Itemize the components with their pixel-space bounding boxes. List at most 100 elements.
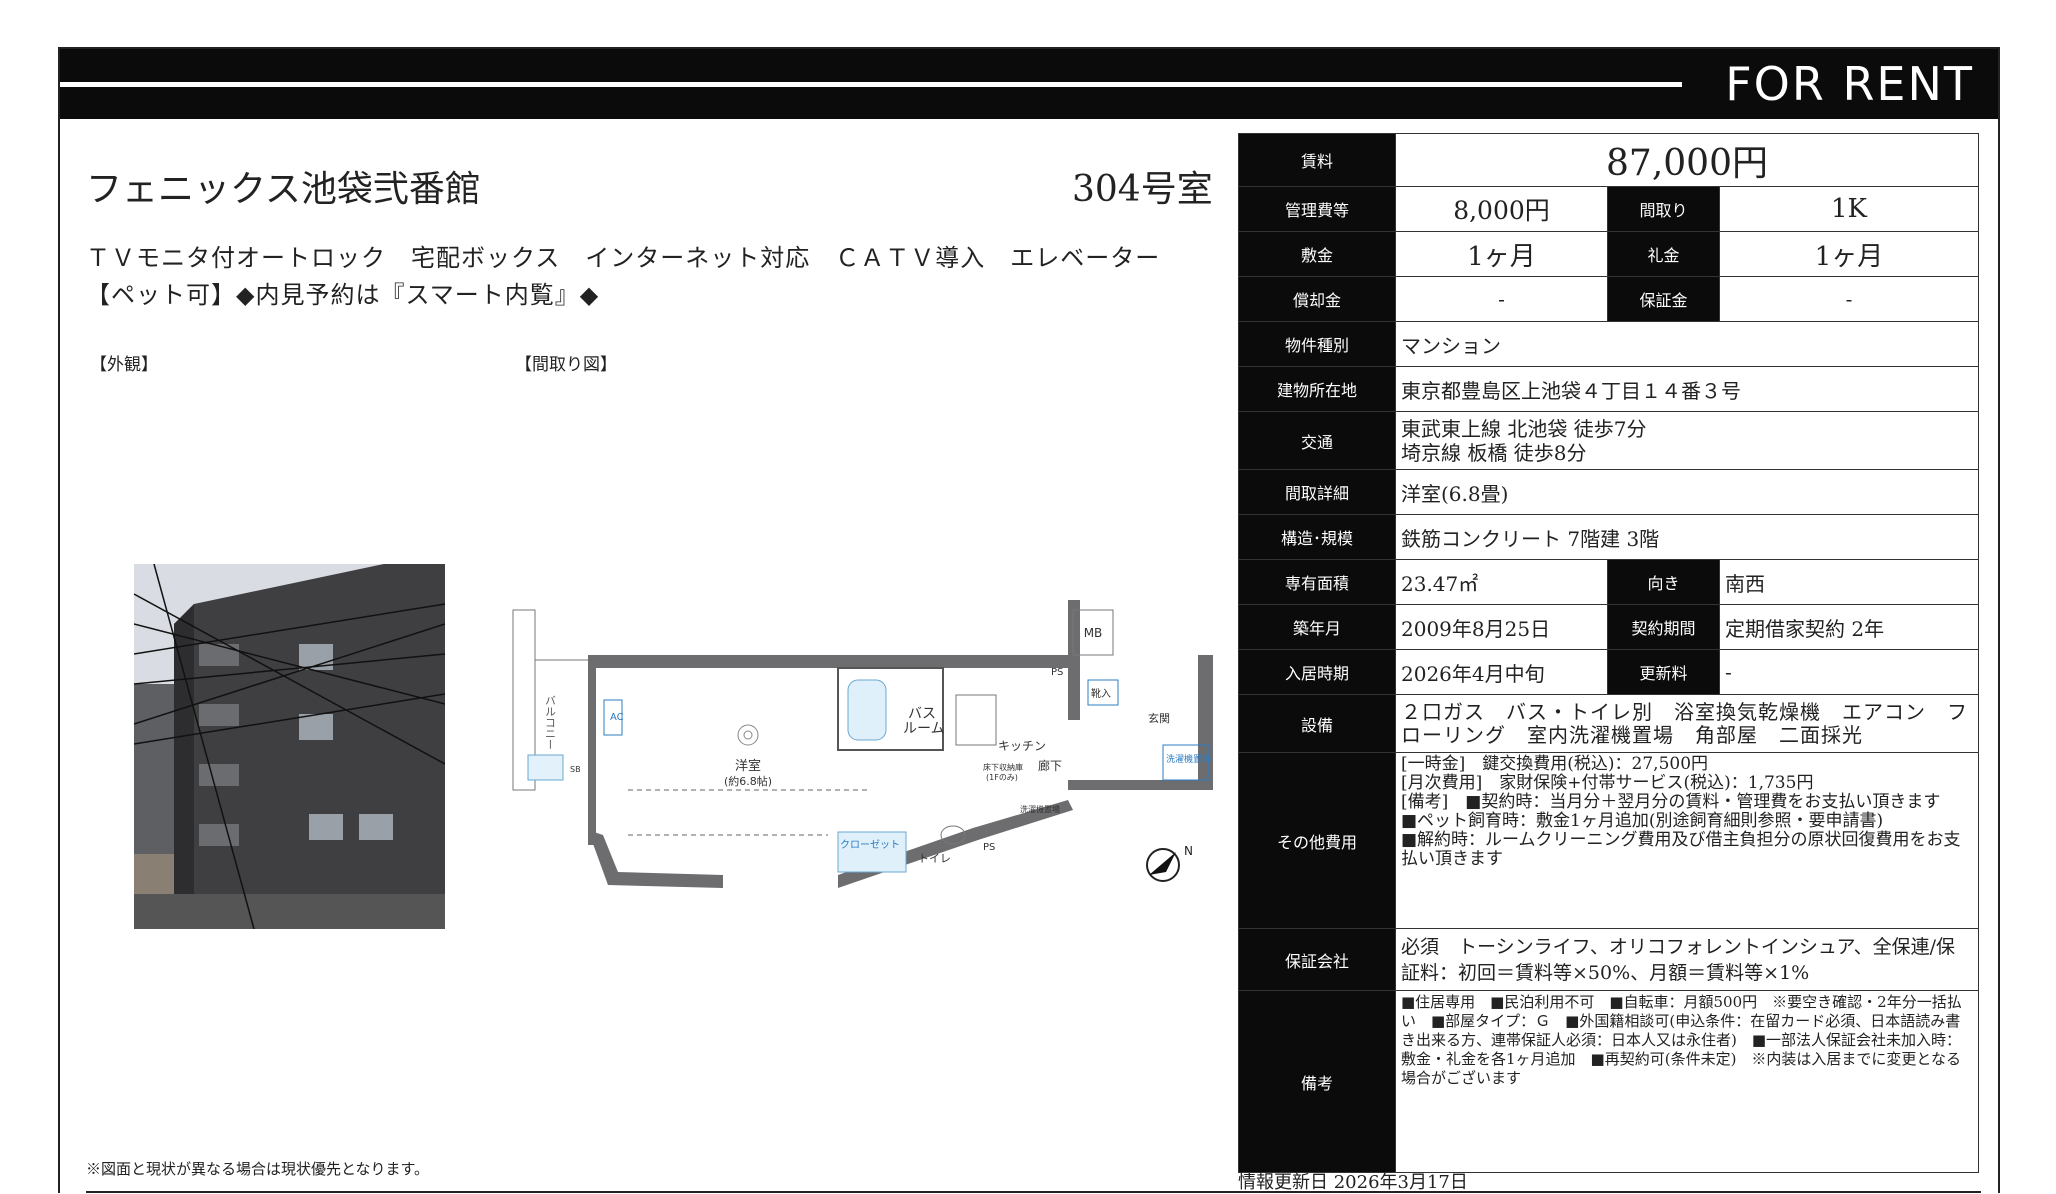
amort-value: - bbox=[1395, 276, 1608, 322]
exterior-label: 【外観】 bbox=[90, 355, 158, 375]
exterior-photo bbox=[134, 564, 445, 929]
hall-label: 廊下 bbox=[1038, 758, 1062, 773]
bath-label-2: ルーム bbox=[903, 721, 945, 737]
access-label: 交通 bbox=[1238, 411, 1396, 470]
keymoney-value: 1ヶ月 bbox=[1719, 231, 1979, 277]
western-room-label: 洋室 bbox=[735, 758, 761, 774]
banner-title: FOR RENT bbox=[1725, 57, 1974, 111]
movein-label: 入居時期 bbox=[1238, 649, 1396, 695]
building-name: フェニックス池袋弐番館 bbox=[86, 169, 481, 210]
built-value: 2009年8月25日 bbox=[1395, 604, 1608, 650]
structure-value: 鉄筋コンクリート 7階建 3階 bbox=[1395, 514, 1979, 560]
contract-value: 定期借家契約 2年 bbox=[1719, 604, 1979, 650]
type-label: 物件種別 bbox=[1238, 321, 1396, 367]
other-costs-value: [一時金] 鍵交換費用(税込)：27,500円 [月次費用] 家財保険+付帯サー… bbox=[1395, 752, 1979, 929]
mgmt-row: 管理費等 8,000円 間取り 1K bbox=[1238, 186, 1979, 232]
floor-plan: バルコニー AC 洋室 (約6.8帖) バス ルーム キッチン 廊下 MB 靴入… bbox=[508, 600, 1228, 900]
address-label: 建物所在地 bbox=[1238, 366, 1396, 412]
movein-row: 入居時期 2026年4月中旬 更新料 - bbox=[1238, 649, 1979, 695]
rent-row: 賃料 87,000円 bbox=[1238, 133, 1979, 187]
layout-label: 間取り bbox=[1607, 186, 1720, 232]
detail-row: 間取詳細 洋室(6.8畳) bbox=[1238, 469, 1979, 515]
built-label: 築年月 bbox=[1238, 604, 1396, 650]
compass-icon: N bbox=[1146, 844, 1193, 882]
floor-plan-drawing: バルコニー AC 洋室 (約6.8帖) バス ルーム キッチン 廊下 MB 靴入… bbox=[512, 600, 1213, 888]
type-row: 物件種別 マンション bbox=[1238, 321, 1979, 367]
for-rent-banner: FOR RENT bbox=[60, 49, 1998, 119]
movein-value: 2026年4月中旬 bbox=[1395, 649, 1608, 695]
feature-list: ＴＶモニタ付オートロック 宅配ボックス インターネット対応 ＣＡＴＶ導入 エレベ… bbox=[86, 240, 1160, 314]
direction-label: 向き bbox=[1607, 559, 1720, 605]
guarantor-value: 必須 トーシンライフ、オリコフォレントインシュア、全保連/保証料：初回＝賃料等×… bbox=[1395, 928, 1979, 991]
banner-stripe bbox=[60, 82, 1682, 87]
layout-value: 1K bbox=[1719, 186, 1979, 232]
features-line-1: ＴＶモニタ付オートロック 宅配ボックス インターネット対応 ＣＡＴＶ導入 エレベ… bbox=[86, 244, 1161, 272]
mgmt-value: 8,000円 bbox=[1395, 186, 1608, 232]
underfloor-label: 床下収納庫 bbox=[983, 762, 1023, 772]
amort-row: 償却金 - 保証金 - bbox=[1238, 276, 1979, 322]
other-cost-line-3: [備考] ■契約時：当月分＋翌月分の賃料・管理費をお支払い頂きます ■ペット飼育… bbox=[1401, 792, 1958, 831]
remarks-label: 備考 bbox=[1238, 990, 1396, 1173]
balcony-label: バルコニー bbox=[544, 695, 557, 750]
renewal-value: - bbox=[1719, 649, 1979, 695]
renewal-label: 更新料 bbox=[1607, 649, 1720, 695]
remarks-value: ■住居専用 ■民泊利用不可 ■自転車：月額500円 ※要空き確認・2年分一括払い… bbox=[1395, 990, 1979, 1173]
guarantee-value: - bbox=[1719, 276, 1979, 322]
direction-value: 南西 bbox=[1719, 559, 1979, 605]
guarantor-row: 保証会社 必須 トーシンライフ、オリコフォレントインシュア、全保連/保証料：初回… bbox=[1238, 928, 1979, 991]
western-room-size: (約6.8帖) bbox=[724, 774, 772, 788]
sb-label: SB bbox=[570, 765, 581, 774]
built-row: 築年月 2009年8月25日 契約期間 定期借家契約 2年 bbox=[1238, 604, 1979, 650]
access-line-1: 東武東上線 北池袋 徒歩7分 bbox=[1401, 416, 1647, 441]
access-value: 東武東上線 北池袋 徒歩7分 埼京線 板橋 徒歩8分 bbox=[1395, 411, 1979, 470]
access-row: 交通 東武東上線 北池袋 徒歩7分 埼京線 板橋 徒歩8分 bbox=[1238, 411, 1979, 470]
kitchen-label: キッチン bbox=[998, 739, 1046, 753]
access-line-2: 埼京線 板橋 徒歩8分 bbox=[1401, 440, 1587, 465]
washer-label: 洗濯機置場 bbox=[1166, 753, 1211, 765]
other-cost-line-4: ■解約時：ルームクリーニング費用及び借主負担分の原状回復費用をお支払い頂きます bbox=[1401, 830, 1961, 869]
structure-label: 構造･規模 bbox=[1238, 514, 1396, 560]
area-label: 専有面積 bbox=[1238, 559, 1396, 605]
disclaimer-note: ※図面と現状が異なる場合は現状優先となります。 bbox=[86, 1160, 430, 1178]
structure-row: 構造･規模 鉄筋コンクリート 7階建 3階 bbox=[1238, 514, 1979, 560]
spec-table: 賃料 87,000円 管理費等 8,000円 間取り 1K 敷金 1ヶ月 礼金 … bbox=[1238, 133, 1979, 1173]
address-row: 建物所在地 東京都豊島区上池袋４丁目１４番３号 bbox=[1238, 366, 1979, 412]
bath-label: バス bbox=[908, 706, 936, 722]
rent-label: 賃料 bbox=[1238, 133, 1396, 187]
remarks-row: 備考 ■住居専用 ■民泊利用不可 ■自転車：月額500円 ※要空き確認・2年分一… bbox=[1238, 990, 1979, 1173]
ps-label: PS bbox=[983, 842, 995, 853]
address-value: 東京都豊島区上池袋４丁目１４番３号 bbox=[1395, 366, 1979, 412]
entrance-label: 玄関 bbox=[1148, 711, 1170, 725]
shoes-label: 靴入 bbox=[1091, 687, 1111, 700]
deposit-label: 敷金 bbox=[1238, 231, 1396, 277]
guarantor-label: 保証会社 bbox=[1238, 928, 1396, 991]
underfloor-label-2: (1Fのみ) bbox=[986, 773, 1018, 782]
mgmt-label: 管理費等 bbox=[1238, 186, 1396, 232]
building-illustration bbox=[134, 564, 445, 929]
closet-label: クローゼット bbox=[840, 839, 900, 851]
toilet-label: トイレ bbox=[918, 852, 951, 865]
equipment-row: 設備 ２口ガス バス・トイレ別 浴室換気乾燥機 エアコン フローリング 室内洗濯… bbox=[1238, 694, 1979, 753]
rent-value: 87,000円 bbox=[1395, 133, 1979, 187]
area-value: 23.47㎡ bbox=[1395, 559, 1608, 605]
ps2-label: PS bbox=[1051, 667, 1063, 678]
detail-value: 洋室(6.8畳) bbox=[1395, 469, 1979, 515]
deposit-row: 敷金 1ヶ月 礼金 1ヶ月 bbox=[1238, 231, 1979, 277]
other-costs-label: その他費用 bbox=[1238, 752, 1396, 929]
features-line-2: 【ペット可】◆内見予約は『スマート内覧』◆ bbox=[86, 281, 600, 309]
area-row: 専有面積 23.47㎡ 向き 南西 bbox=[1238, 559, 1979, 605]
svg-text:N: N bbox=[1184, 844, 1193, 858]
room-number: 304号室 bbox=[1072, 169, 1213, 210]
amort-label: 償却金 bbox=[1238, 276, 1396, 322]
guarantee-label: 保証金 bbox=[1607, 276, 1720, 322]
other-cost-line-2: [月次費用] 家財保険+付帯サービス(税込)：1,735円 bbox=[1401, 773, 1814, 793]
type-value: マンション bbox=[1395, 321, 1979, 367]
deposit-value: 1ヶ月 bbox=[1395, 231, 1608, 277]
equipment-label: 設備 bbox=[1238, 694, 1396, 753]
mb-label: MB bbox=[1084, 626, 1103, 640]
floorplan-label: 【間取り図】 bbox=[515, 355, 617, 375]
other-cost-line-1: [一時金] 鍵交換費用(税込)：27,500円 bbox=[1401, 754, 1709, 774]
equipment-value: ２口ガス バス・トイレ別 浴室換気乾燥機 エアコン フローリング 室内洗濯機置場… bbox=[1395, 694, 1979, 753]
contract-label: 契約期間 bbox=[1607, 604, 1720, 650]
other-costs-row: その他費用 [一時金] 鍵交換費用(税込)：27,500円 [月次費用] 家財保… bbox=[1238, 752, 1979, 929]
